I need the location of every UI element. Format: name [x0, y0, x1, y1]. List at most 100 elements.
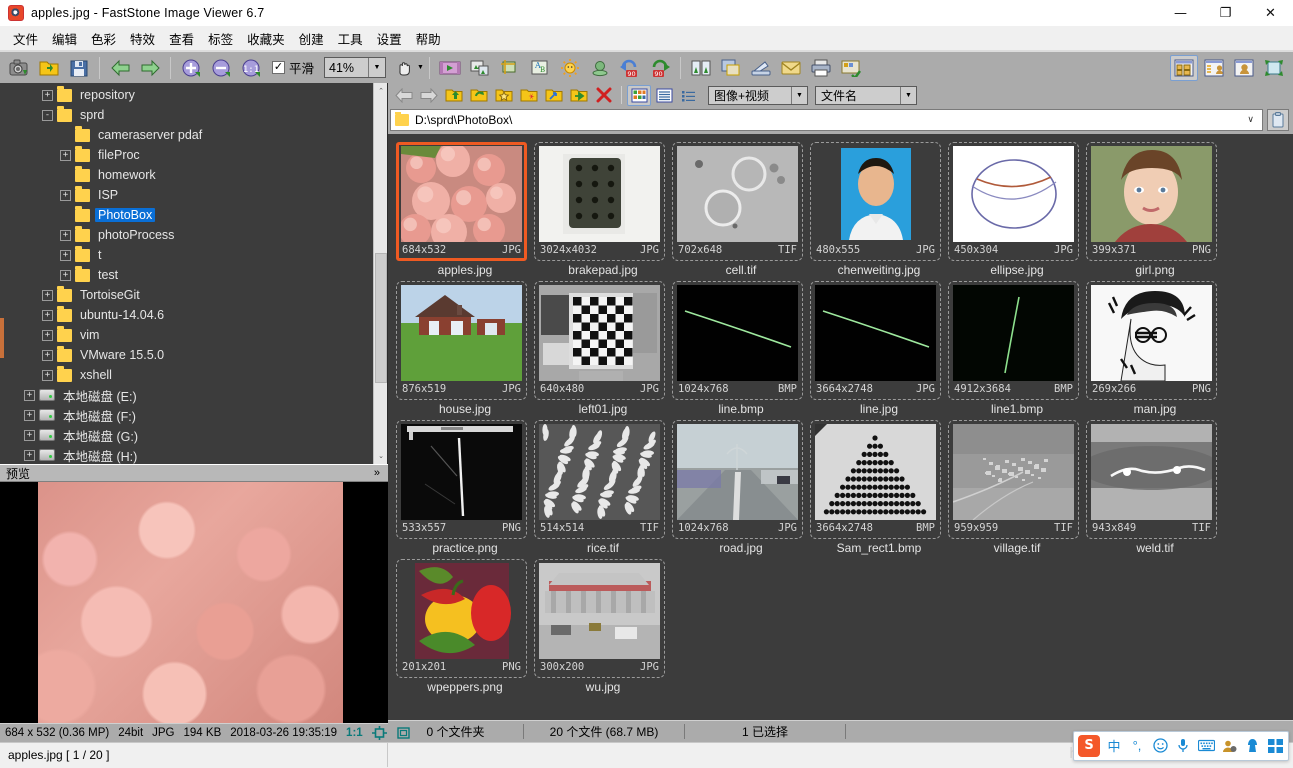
ime-emoji-icon[interactable] — [1151, 737, 1169, 755]
expand-toggle-icon[interactable]: + — [42, 89, 53, 101]
tree-item-tortoisegit[interactable]: + TortoiseGit — [0, 285, 373, 305]
menu-settings[interactable]: 设置 — [370, 26, 409, 51]
scroll-up-arrow-icon[interactable]: ⌃ — [374, 83, 387, 99]
fit-window-icon[interactable] — [371, 726, 387, 740]
tree-item-isp[interactable]: + ISP — [0, 185, 373, 205]
thumbnail-item[interactable]: 201x201 PNG wpeppers.png — [396, 559, 534, 694]
ime-skin-icon[interactable] — [1243, 737, 1261, 755]
thumbnail-box[interactable]: 480x555 JPG — [810, 142, 941, 261]
paste-icon[interactable] — [1267, 108, 1289, 131]
thumbnail-item[interactable]: 450x304 JPG ellipse.jpg — [948, 142, 1086, 277]
tree-item-fileproc[interactable]: + fileProc — [0, 145, 373, 165]
chevron-down-icon[interactable]: ▼ — [368, 58, 386, 77]
frame-icon[interactable] — [717, 55, 745, 81]
thumbnail-box[interactable]: 201x201 PNG — [396, 559, 527, 678]
expand-toggle-icon[interactable]: + — [24, 389, 35, 401]
forward-icon[interactable] — [417, 85, 441, 106]
details-icon[interactable] — [652, 85, 676, 106]
tree-scrollbar-thumb[interactable] — [375, 253, 387, 383]
thumbnail-box[interactable]: 300x200 JPG — [534, 559, 665, 678]
preview-image[interactable] — [0, 482, 388, 723]
next-image-icon[interactable] — [136, 55, 164, 81]
expand-toggle-icon[interactable]: + — [24, 449, 35, 461]
menu-favorites[interactable]: 收藏夹 — [240, 26, 292, 51]
thumbnail-box[interactable]: 450x304 JPG — [948, 142, 1079, 261]
rotate-right-90-icon[interactable]: 90 — [646, 55, 674, 81]
save-icon[interactable] — [65, 55, 93, 81]
thumbnail-item[interactable]: 300x200 JPG wu.jpg — [534, 559, 672, 694]
ime-keyboard-icon[interactable] — [1197, 737, 1215, 755]
chevron-down-icon[interactable]: ∨ — [1243, 114, 1258, 125]
thumbnail-item[interactable]: 684x532 JPG apples.jpg — [396, 142, 534, 277]
thumbnail-item[interactable]: 3664x2748 JPG line.jpg — [810, 281, 948, 416]
menu-create[interactable]: 创建 — [292, 26, 331, 51]
folder-tree[interactable]: + repository - sprd cameraserver pdaf + filePr… — [0, 83, 388, 464]
file-filter-combo[interactable]: 图像+视频 ▼ — [708, 85, 808, 105]
thumbnail-box[interactable]: 943x849 TIF — [1086, 420, 1217, 539]
zoom-in-icon[interactable] — [177, 55, 205, 81]
move-to-icon[interactable] — [567, 85, 591, 106]
thumbnail-item[interactable]: 640x480 JPG left01.jpg — [534, 281, 672, 416]
zoom-out-icon[interactable] — [207, 55, 235, 81]
tree-item-sprd[interactable]: - sprd — [0, 105, 373, 125]
ime-toolbar[interactable]: S 中 °, — [1073, 730, 1289, 761]
close-button[interactable]: ✕ — [1248, 0, 1293, 26]
thumbnail-item[interactable]: 269x266 PNG man.jpg — [1086, 281, 1224, 416]
thumbnail-item[interactable]: 943x849 TIF weld.tif — [1086, 420, 1224, 555]
scroll-down-arrow-icon[interactable]: ⌄ — [374, 448, 387, 464]
chevron-down-icon[interactable]: ▼ — [791, 86, 807, 104]
filmstrip-view-icon[interactable] — [1200, 55, 1228, 81]
fullscreen-icon[interactable] — [1260, 55, 1288, 81]
tree-item-repository[interactable]: + repository — [0, 85, 373, 105]
hand-tool-button[interactable]: ▼ — [394, 58, 424, 78]
email-icon[interactable] — [777, 55, 805, 81]
tree-item--f-[interactable]: + 本地磁盘 (F:) — [0, 405, 373, 425]
thumbnail-box[interactable]: 4912x3684 BMP — [948, 281, 1079, 400]
thumbnail-item[interactable]: 1024x768 BMP line.bmp — [672, 281, 810, 416]
thumbnail-box[interactable]: 1024x768 JPG — [672, 420, 803, 539]
expand-toggle-icon[interactable]: + — [42, 329, 53, 341]
menu-color[interactable]: 色彩 — [84, 26, 123, 51]
ime-toolbox-icon[interactable] — [1266, 737, 1284, 755]
rotate-left-90-icon[interactable]: 90 — [616, 55, 644, 81]
thumbnail-item[interactable]: 4912x3684 BMP line1.bmp — [948, 281, 1086, 416]
back-icon[interactable] — [392, 85, 416, 106]
thumbnail-box[interactable]: 514x514 TIF — [534, 420, 665, 539]
menu-edit[interactable]: 编辑 — [45, 26, 84, 51]
tree-item-t[interactable]: + t — [0, 245, 373, 265]
address-input[interactable]: D:\sprd\PhotoBox\ ∨ — [390, 108, 1263, 131]
sogou-logo-icon[interactable]: S — [1078, 734, 1100, 757]
chevron-down-icon[interactable]: ▼ — [900, 86, 916, 104]
batch-convert-icon[interactable] — [837, 55, 865, 81]
thumbnail-box[interactable]: 3664x2748 BMP — [810, 420, 941, 539]
refresh-icon[interactable] — [467, 85, 491, 106]
fullscreen-toggle-icon[interactable] — [396, 726, 411, 740]
thumbnail-item[interactable]: 3664x2748 BMP Sam_rect1.bmp — [810, 420, 948, 555]
expand-toggle-icon[interactable]: + — [60, 269, 71, 281]
crop-icon[interactable] — [496, 55, 524, 81]
compare-icon[interactable] — [466, 55, 494, 81]
tree-item-test[interactable]: + test — [0, 265, 373, 285]
expand-toggle-icon[interactable]: + — [42, 369, 53, 381]
previous-image-icon[interactable] — [106, 55, 134, 81]
expand-toggle-icon[interactable]: + — [42, 349, 53, 361]
ime-chinese-mode-icon[interactable]: 中 — [1105, 737, 1123, 755]
thumbnail-view-icon[interactable] — [1170, 54, 1198, 81]
expand-toggle-icon[interactable]: + — [42, 309, 53, 321]
thumbnail-item[interactable]: 480x555 JPG chenweiting.jpg — [810, 142, 948, 277]
thumbnail-box[interactable]: 640x480 JPG — [534, 281, 665, 400]
tree-item-photoprocess[interactable]: + photoProcess — [0, 225, 373, 245]
expand-toggle-icon[interactable]: + — [60, 189, 71, 201]
screen-capture-icon[interactable] — [5, 55, 33, 81]
menu-help[interactable]: 帮助 — [409, 26, 448, 51]
menu-effects[interactable]: 特效 — [123, 26, 162, 51]
thumbnail-box[interactable]: 959x959 TIF — [948, 420, 1079, 539]
expand-toggle-icon[interactable]: + — [60, 149, 71, 161]
menu-tags[interactable]: 标签 — [201, 26, 240, 51]
menu-file[interactable]: 文件 — [6, 26, 45, 51]
tree-item--h-[interactable]: + 本地磁盘 (H:) — [0, 445, 373, 464]
thumbnail-box[interactable]: 876x519 JPG — [396, 281, 527, 400]
thumbnail-box[interactable]: 3664x2748 JPG — [810, 281, 941, 400]
expand-toggle-icon[interactable]: + — [24, 409, 35, 421]
smooth-checkbox[interactable]: ✓ 平滑 — [272, 58, 314, 77]
